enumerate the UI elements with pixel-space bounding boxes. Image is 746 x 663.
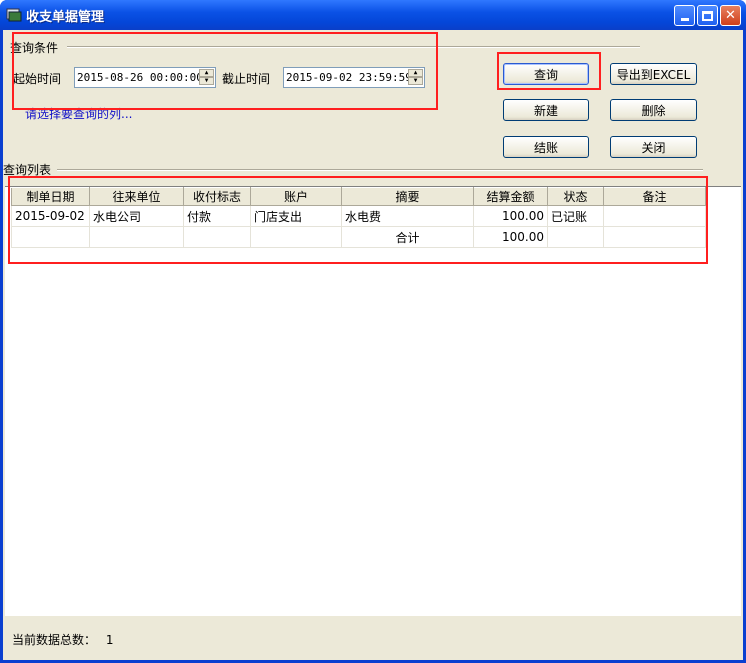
client-area: 查询条件 起始时间 2015-08-26 00:00:00 ▲ ▼ 截止时间 20… <box>3 30 743 660</box>
record-count-value: 1 <box>105 633 114 647</box>
title-bar[interactable]: 收支单据管理 ✕ <box>0 0 746 30</box>
delete-button[interactable]: 删除 <box>610 99 697 121</box>
app-window: 收支单据管理 ✕ 查询条件 起始时间 2015-08-26 00:00:00 ▲… <box>0 0 746 663</box>
settle-button[interactable]: 结账 <box>503 136 589 158</box>
new-button[interactable]: 新建 <box>503 99 589 121</box>
maximize-icon <box>702 10 713 21</box>
maximize-button[interactable] <box>697 5 718 26</box>
minimize-icon <box>680 18 689 21</box>
close-window-button[interactable]: ✕ <box>720 5 741 26</box>
status-bar: 当前数据总数： 1 <box>12 631 113 648</box>
record-count-label: 当前数据总数： <box>12 633 97 647</box>
window-title: 收支单据管理 <box>26 10 105 25</box>
highlight-query-button <box>497 52 601 90</box>
minimize-button[interactable] <box>674 5 695 26</box>
app-icon <box>6 8 22 22</box>
close-icon: ✕ <box>725 8 736 23</box>
list-group-divider <box>57 169 703 171</box>
highlight-query-conditions <box>12 32 438 110</box>
export-excel-button[interactable]: 导出到EXCEL <box>610 63 697 85</box>
close-button[interactable]: 关闭 <box>610 136 697 158</box>
highlight-results-table <box>8 176 708 264</box>
